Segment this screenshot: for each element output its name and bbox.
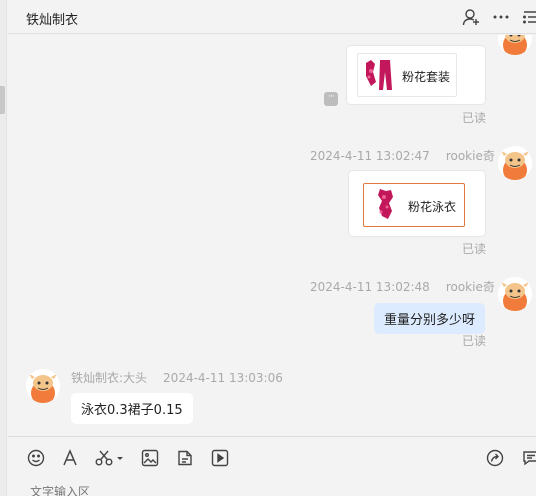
message-time: 2024-4-11 13:02:48 [310, 280, 430, 294]
share-icon[interactable] [486, 449, 504, 467]
product-card-inner: 粉花套装 [357, 53, 457, 97]
message-sender: rookie奇 [445, 149, 495, 163]
chat-header: 铁灿制衣 [8, 0, 536, 34]
message-bubble[interactable]: 泳衣0.3裙子0.15 [71, 393, 193, 424]
add-member-icon[interactable] [462, 8, 480, 26]
resize-handle[interactable] [0, 86, 5, 114]
message-more-icon[interactable]: ··· [324, 92, 338, 106]
more-icon[interactable] [492, 8, 510, 26]
list-icon[interactable] [522, 8, 536, 26]
product-thumbnail [368, 187, 402, 223]
message-sender: 铁灿制衣:大头 [71, 371, 148, 385]
video-icon[interactable] [211, 449, 229, 467]
scissors-icon[interactable] [95, 449, 125, 467]
message-list[interactable]: 粉花套装 ··· 已读 2024-4-11 13:02:47 rookie奇 粉花… [8, 35, 536, 436]
message-meta: 2024-4-11 13:02:47 rookie奇 [310, 147, 495, 164]
quick-reply-icon[interactable] [522, 449, 536, 467]
my-avatar[interactable] [498, 35, 532, 55]
my-avatar[interactable] [498, 146, 532, 180]
read-status: 已读 [462, 334, 487, 348]
message-time: 2024-4-11 13:02:47 [310, 149, 430, 163]
message-meta: 铁灿制衣:大头 2024-4-11 13:03:06 [71, 369, 283, 386]
chat-title: 铁灿制衣 [26, 13, 79, 28]
message-bubble[interactable]: 重量分别多少呀 [374, 303, 486, 334]
message-input[interactable]: 文字输入区 [30, 483, 90, 496]
left-panel-edge [0, 0, 7, 496]
product-card-label: 粉花泳衣 [408, 200, 457, 214]
product-card-label: 粉花套装 [402, 70, 451, 84]
read-status: 已读 [462, 111, 487, 125]
product-card[interactable]: 粉花泳衣 [348, 170, 486, 237]
message-meta: 2024-4-11 13:02:48 rookie奇 [310, 278, 495, 295]
my-avatar[interactable] [498, 277, 532, 311]
contact-avatar[interactable] [26, 369, 60, 403]
file-icon[interactable] [176, 449, 194, 467]
product-card-inner: 粉花泳衣 [363, 183, 465, 227]
font-icon[interactable] [61, 449, 79, 467]
image-icon[interactable] [141, 449, 159, 467]
product-thumbnail [362, 57, 396, 93]
input-toolbar [8, 437, 536, 477]
message-time: 2024-4-11 13:03:06 [163, 371, 283, 385]
message-sender: rookie奇 [445, 280, 495, 294]
emoji-icon[interactable] [27, 449, 45, 467]
read-status: 已读 [462, 242, 487, 256]
product-card[interactable]: 粉花套装 [346, 45, 486, 105]
